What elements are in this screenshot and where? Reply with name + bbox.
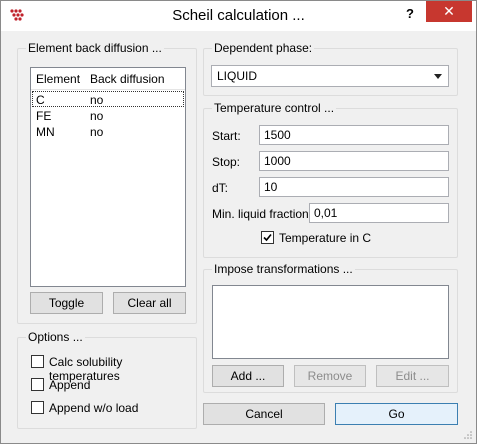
temperature-in-c-label: Temperature in C [279, 231, 372, 245]
append-label: Append [49, 378, 91, 392]
min-liquid-fraction-input[interactable]: 0,01 [309, 203, 449, 223]
temperature-control-label: Temperature control ... [212, 101, 337, 115]
cancel-button[interactable]: Cancel [203, 403, 325, 425]
element-name: FE [36, 109, 52, 123]
toggle-button[interactable]: Toggle [30, 292, 103, 314]
options-label: Options ... [26, 330, 85, 344]
element-list-header: Element Back diffusion [31, 68, 185, 90]
impose-transformations-group: Impose transformations ... Add ... Remov… [203, 262, 458, 393]
diffusion-value: no [90, 93, 104, 107]
dt-input[interactable]: 10 [259, 177, 449, 197]
dependent-phase-value: LIQUID [217, 69, 258, 83]
stop-label: Stop: [212, 155, 241, 169]
element-name: C [36, 93, 45, 107]
dependent-phase-label: Dependent phase: [212, 41, 315, 55]
checkmark-icon [263, 233, 272, 242]
temperature-in-c-checkbox[interactable] [261, 231, 274, 244]
list-item[interactable]: MN no [32, 124, 184, 140]
remove-button[interactable]: Remove [294, 365, 366, 387]
append-wo-load-checkbox[interactable] [31, 401, 44, 414]
options-group: Options ... Calc solubility temperatures… [17, 330, 197, 429]
element-list[interactable]: Element Back diffusion C no FE no MN no [30, 67, 186, 287]
dependent-phase-select[interactable]: LIQUID [211, 65, 449, 87]
impose-transformations-label: Impose transformations ... [212, 262, 355, 276]
scheil-dialog: Scheil calculation ... ? ✕ Element back … [0, 0, 477, 444]
diffusion-value: no [90, 125, 104, 139]
append-wo-load-label: Append w/o load [49, 401, 139, 415]
add-button[interactable]: Add ... [212, 365, 284, 387]
clear-all-button[interactable]: Clear all [113, 292, 186, 314]
go-button[interactable]: Go [335, 403, 458, 425]
diffusion-value: no [90, 109, 104, 123]
title-bar: Scheil calculation ... ? ✕ [1, 1, 476, 31]
min-liquid-fraction-label: Min. liquid fraction: [212, 207, 313, 221]
start-input[interactable]: 1500 [259, 125, 449, 145]
list-item[interactable]: FE no [32, 108, 184, 124]
element-name: MN [36, 125, 55, 139]
resize-grip-icon[interactable] [463, 430, 473, 440]
list-item[interactable]: C no [32, 91, 184, 107]
calc-solubility-checkbox[interactable] [31, 355, 44, 368]
column-header-back-diffusion[interactable]: Back diffusion [90, 72, 165, 86]
append-checkbox[interactable] [31, 378, 44, 391]
temperature-control-group: Temperature control ... Start: 1500 Stop… [203, 101, 458, 258]
close-button[interactable]: ✕ [426, 1, 472, 22]
element-back-diffusion-group: Element back diffusion ... Element Back … [17, 41, 197, 324]
dt-label: dT: [212, 181, 229, 195]
transformations-list[interactable] [212, 285, 449, 359]
dependent-phase-group: Dependent phase: LIQUID [203, 41, 458, 96]
start-label: Start: [212, 129, 241, 143]
edit-button[interactable]: Edit ... [376, 365, 449, 387]
stop-input[interactable]: 1000 [259, 151, 449, 171]
element-back-diffusion-label: Element back diffusion ... [26, 41, 164, 55]
chevron-down-icon [434, 74, 442, 79]
help-button[interactable]: ? [397, 5, 423, 25]
column-header-element[interactable]: Element [36, 72, 80, 86]
